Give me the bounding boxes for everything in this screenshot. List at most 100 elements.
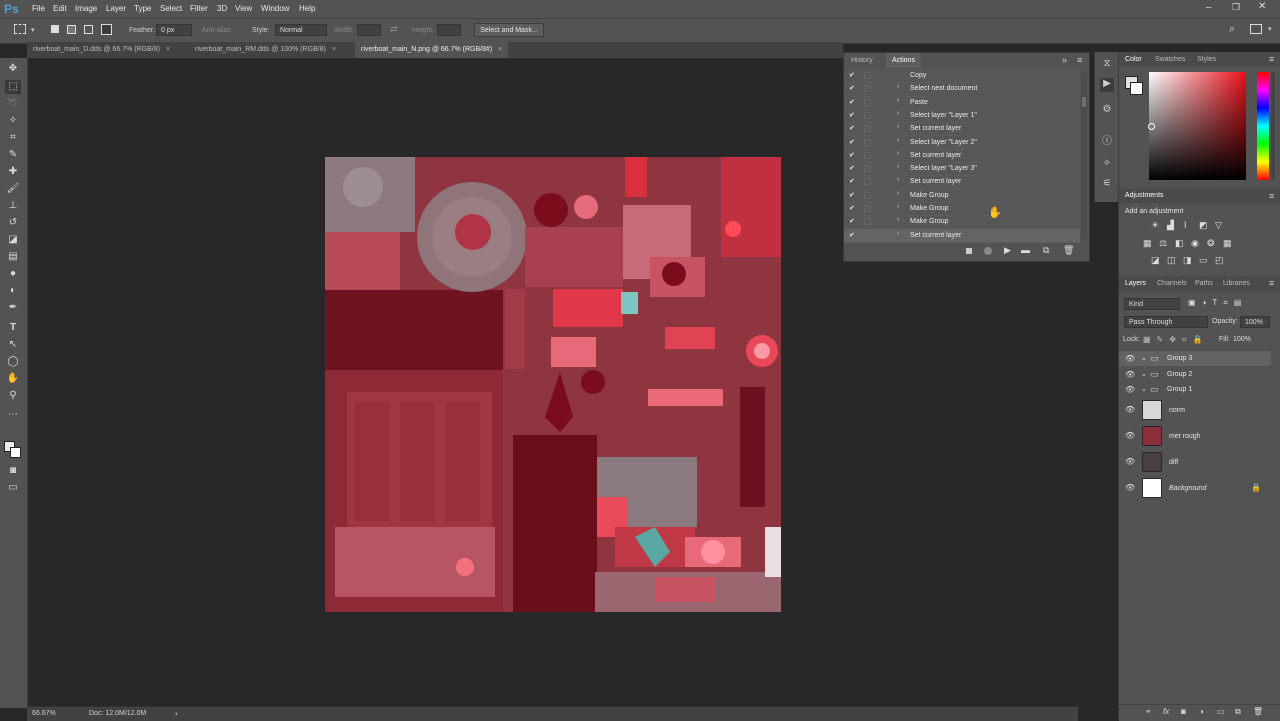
hue-slider[interactable] bbox=[1257, 72, 1269, 180]
search-icon[interactable]: ⌕ bbox=[1229, 23, 1235, 36]
chevron-right-icon[interactable]: › bbox=[897, 83, 899, 90]
chevron-right-icon[interactable]: › bbox=[897, 203, 899, 210]
play-icon[interactable]: ▶ bbox=[1004, 245, 1011, 256]
chevron-right-icon[interactable]: › bbox=[897, 123, 899, 130]
channel-mixer-icon[interactable]: ❂ bbox=[1207, 238, 1215, 249]
posterize-icon[interactable]: ◫ bbox=[1167, 255, 1176, 266]
tab-actions[interactable]: Actions bbox=[886, 53, 921, 68]
close-window-icon[interactable]: ✕ bbox=[1258, 1, 1266, 12]
layer-row-group-2[interactable]: 👁 ⌄ ▭ Group 2 bbox=[1119, 367, 1271, 382]
chevron-right-icon[interactable]: › bbox=[897, 230, 899, 237]
move-tool-icon[interactable]: ✥ bbox=[5, 62, 21, 76]
dialog-toggle[interactable] bbox=[864, 125, 871, 133]
restore-icon[interactable]: ❐ bbox=[1232, 2, 1240, 13]
action-row[interactable]: ✔ › Set current layer bbox=[844, 175, 1080, 190]
properties-panel-icon[interactable]: ⚙ bbox=[1100, 104, 1114, 118]
check-icon[interactable]: ✔ bbox=[849, 124, 857, 132]
close-tab-icon[interactable]: × bbox=[498, 46, 502, 53]
delete-layer-icon[interactable]: 🗑 bbox=[1253, 707, 1263, 716]
eyedropper-tool-icon[interactable]: ✎ bbox=[5, 148, 21, 162]
action-row[interactable]: ✔ › Make Group bbox=[844, 189, 1080, 203]
eye-icon[interactable]: 👁 bbox=[1125, 457, 1135, 466]
layer-row-norm[interactable]: 👁 norm bbox=[1119, 398, 1271, 422]
action-row[interactable]: ✔ › Select next document bbox=[844, 82, 1080, 97]
background-color-swatch[interactable] bbox=[1130, 82, 1143, 95]
chevron-right-icon[interactable]: › bbox=[897, 110, 899, 117]
eraser-tool-icon[interactable]: ◪ bbox=[5, 233, 21, 247]
dialog-toggle[interactable] bbox=[864, 205, 871, 212]
clone-source-icon[interactable]: ⚟ bbox=[1100, 178, 1114, 192]
quick-mask-icon[interactable]: ◙ bbox=[5, 464, 21, 478]
magic-wand-tool-icon[interactable]: ✧ bbox=[5, 114, 21, 128]
hue-saturation-icon[interactable]: ▦ bbox=[1143, 238, 1152, 249]
check-icon[interactable]: ✔ bbox=[849, 84, 857, 92]
brush-tool-icon[interactable]: 🖌 bbox=[5, 182, 21, 196]
eye-icon[interactable]: 👁 bbox=[1125, 370, 1135, 379]
action-row[interactable]: ✔ › Select layer "Layer 3" bbox=[844, 162, 1080, 177]
chevron-right-icon[interactable]: › bbox=[175, 709, 178, 718]
ellipse-tool-icon[interactable]: ◯ bbox=[5, 355, 21, 369]
history-brush-tool-icon[interactable]: ↺ bbox=[5, 216, 21, 230]
eye-icon[interactable]: 👁 bbox=[1125, 483, 1135, 492]
tab-riverboat-d[interactable]: riverboat_main_D.dds @ 66.7% (RGB/8) × bbox=[27, 42, 176, 58]
select-and-mask-button[interactable]: Select and Mask... bbox=[474, 23, 544, 37]
color-balance-icon[interactable]: ⚖ bbox=[1159, 238, 1167, 249]
swap-icon[interactable]: ⇄ bbox=[390, 24, 398, 35]
check-icon[interactable]: ✔ bbox=[849, 204, 857, 212]
zoom-level[interactable]: 66.67% bbox=[32, 710, 56, 717]
action-row[interactable]: ✔ › Set current layer bbox=[844, 122, 1080, 137]
tab-riverboat-rm[interactable]: riverboat_main_RM.dds @ 100% (RGB/8) × bbox=[189, 42, 342, 58]
menu-window[interactable]: Window bbox=[261, 4, 289, 13]
fill-input[interactable]: 100% bbox=[1229, 334, 1259, 346]
history-panel-icon[interactable]: ⧖ bbox=[1100, 58, 1114, 72]
check-icon[interactable]: ✔ bbox=[849, 151, 857, 159]
width-input[interactable] bbox=[357, 24, 381, 36]
layer-row-diff[interactable]: 👁 diff bbox=[1119, 450, 1271, 474]
layer-filter-icons[interactable]: ▣◑T⌗▤ bbox=[1188, 298, 1247, 308]
tab-styles[interactable]: Styles bbox=[1197, 56, 1216, 63]
tab-libraries[interactable]: Libraries bbox=[1223, 280, 1250, 287]
check-icon[interactable]: ✔ bbox=[849, 98, 857, 106]
menu-file[interactable]: File bbox=[32, 4, 45, 13]
action-row[interactable]: ✔ › Make Group bbox=[844, 202, 1080, 217]
add-mask-icon[interactable]: ◙ bbox=[1181, 707, 1186, 716]
menu-layer[interactable]: Layer bbox=[106, 4, 126, 13]
exposure-icon[interactable]: ◩ bbox=[1199, 220, 1208, 231]
action-row[interactable]: ✔ › Set current layer bbox=[844, 149, 1080, 164]
record-icon[interactable] bbox=[984, 247, 992, 255]
tab-channels[interactable]: Channels bbox=[1157, 280, 1187, 287]
action-row[interactable]: ✔ › Set current layer bbox=[844, 228, 1080, 243]
feather-input[interactable]: 0 px bbox=[156, 24, 192, 36]
dialog-toggle[interactable] bbox=[864, 138, 871, 146]
tab-history[interactable]: History bbox=[851, 57, 873, 64]
blend-mode-select[interactable]: Pass Through bbox=[1124, 316, 1208, 328]
eye-icon[interactable]: 👁 bbox=[1125, 354, 1135, 363]
menu-3d[interactable]: 3D bbox=[217, 4, 227, 13]
threshold-icon[interactable]: ◨ bbox=[1183, 255, 1192, 266]
trash-icon[interactable]: 🗑 bbox=[1063, 245, 1074, 256]
tab-swatches[interactable]: Swatches bbox=[1155, 56, 1185, 63]
dialog-toggle[interactable] bbox=[864, 218, 871, 226]
action-row[interactable]: ✔ Copy bbox=[844, 69, 1080, 84]
layer-row-met-rough[interactable]: 👁 met rough bbox=[1119, 424, 1271, 448]
path-selection-tool-icon[interactable]: ↖ bbox=[5, 338, 21, 352]
crop-tool-icon[interactable]: ⌗ bbox=[5, 131, 21, 145]
brush-settings-icon[interactable]: ✧ bbox=[1100, 158, 1114, 172]
tab-layers[interactable]: Layers bbox=[1125, 280, 1146, 287]
lasso-tool-icon[interactable]: ➰ bbox=[5, 97, 21, 111]
black-white-icon[interactable]: ◧ bbox=[1175, 238, 1184, 249]
eye-icon[interactable]: 👁 bbox=[1125, 431, 1135, 440]
lock-icons[interactable]: ▦✎✥⌗🔒 bbox=[1143, 335, 1208, 345]
chevron-down-icon[interactable]: ⌄ bbox=[1141, 385, 1147, 393]
brightness-icon[interactable]: ☀ bbox=[1151, 220, 1159, 231]
tab-color[interactable]: Color bbox=[1125, 56, 1142, 63]
minimize-icon[interactable]: – bbox=[1206, 2, 1212, 13]
height-input[interactable] bbox=[437, 24, 461, 36]
layer-filter-kind[interactable]: Kind bbox=[1124, 298, 1180, 310]
opacity-input[interactable]: 100% bbox=[1240, 316, 1270, 328]
menu-help[interactable]: Help bbox=[299, 4, 315, 13]
chevron-down-icon[interactable]: ▾ bbox=[31, 26, 35, 34]
color-lookup-icon[interactable]: ▦ bbox=[1223, 238, 1232, 249]
check-icon[interactable]: ✔ bbox=[849, 191, 857, 199]
intersect-selection-icon[interactable] bbox=[101, 24, 112, 35]
